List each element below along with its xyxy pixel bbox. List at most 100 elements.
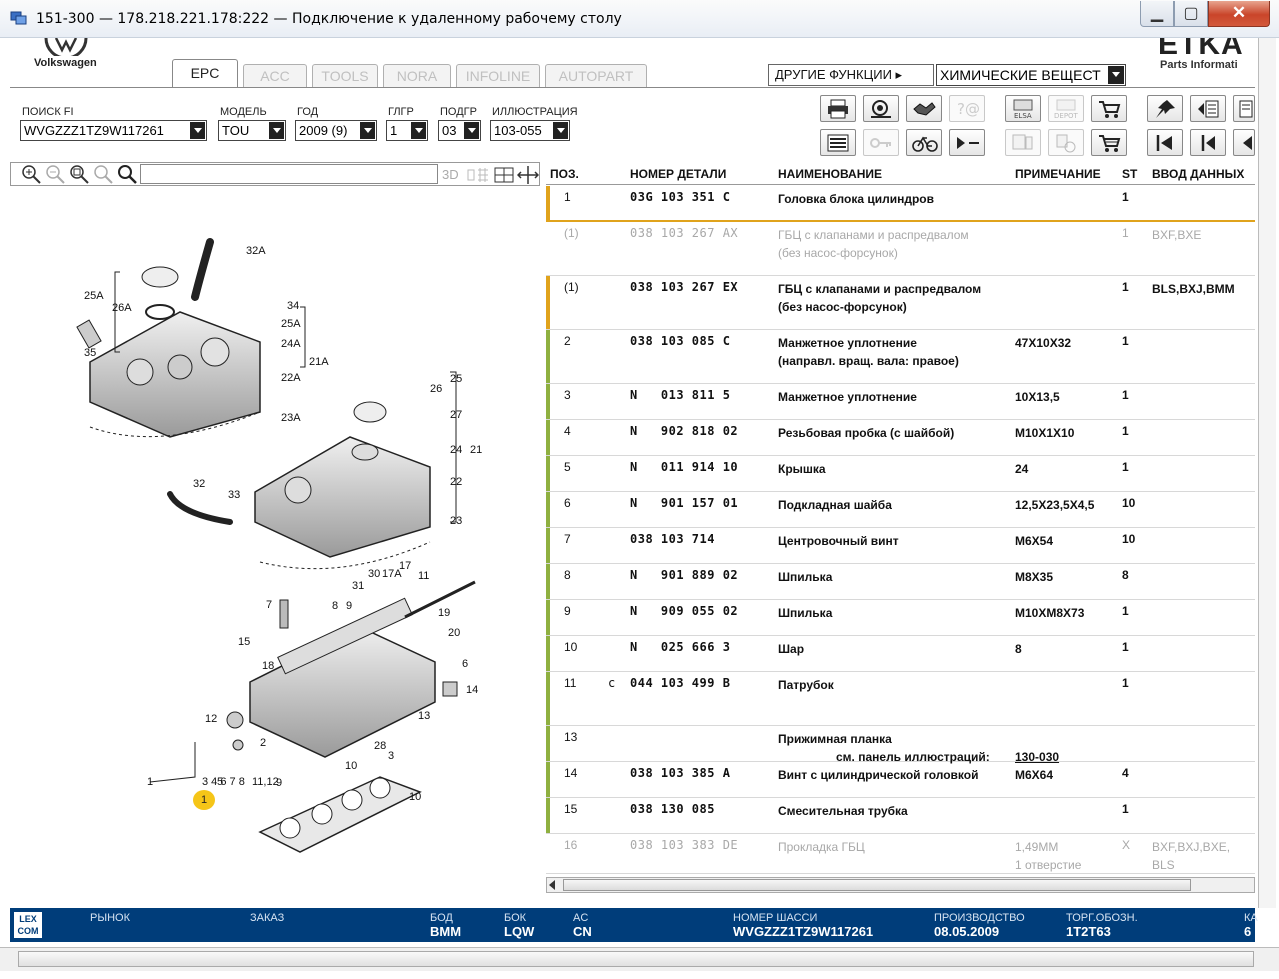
- callout-label[interactable]: 11,12: [252, 776, 279, 788]
- callout-label[interactable]: 3: [388, 750, 394, 762]
- callout-label[interactable]: 15: [238, 636, 250, 648]
- table-row[interactable]: 14 038 103 385 A Винт с цилиндрической гол…: [546, 762, 1255, 798]
- col-data-entry[interactable]: ВВОД ДАННЫХ: [1152, 167, 1244, 181]
- callout-label[interactable]: 31: [352, 580, 364, 592]
- callout-label[interactable]: 18: [262, 660, 274, 672]
- zoom-out-icon[interactable]: [44, 163, 66, 185]
- close-button[interactable]: ✕: [1208, 1, 1270, 27]
- tab-infoline[interactable]: INFOLINE: [456, 64, 540, 88]
- callout-label[interactable]: 32: [193, 478, 205, 490]
- tab-nora[interactable]: NORA: [383, 64, 451, 88]
- callout-label[interactable]: 26: [430, 383, 442, 395]
- table-row[interactable]: 13 Прижимная планка см. панель иллюстраций…: [546, 726, 1255, 764]
- main-group-select[interactable]: 1: [386, 120, 428, 141]
- other-functions-select[interactable]: ХИМИЧЕСКИЕ ВЕЩЕСТ: [936, 64, 1126, 86]
- callout-label[interactable]: 20: [448, 627, 460, 639]
- tab-autopart[interactable]: AUTOPART: [545, 64, 647, 88]
- zoom-in-icon[interactable]: [20, 163, 42, 185]
- callout-label[interactable]: 28: [374, 740, 386, 752]
- window-vertical-scrollbar[interactable]: [1258, 38, 1276, 908]
- callout-label[interactable]: 23: [450, 515, 462, 527]
- callout-label[interactable]: 7: [266, 599, 272, 611]
- first-page-button[interactable]: [1147, 129, 1183, 156]
- callout-label[interactable]: 23A: [281, 412, 301, 424]
- print-button[interactable]: [820, 95, 856, 122]
- bike-button[interactable]: [906, 129, 942, 156]
- callout-label[interactable]: 34: [287, 300, 299, 312]
- table-row[interactable]: 16 038 103 383 DE Прокладка ГБЦ 1,49MM 1 отв…: [546, 834, 1255, 874]
- callout-label[interactable]: 11: [418, 570, 429, 582]
- callout-label[interactable]: 32A: [246, 245, 266, 257]
- col-part-number[interactable]: НОМЕР ДЕТАЛИ: [630, 167, 726, 181]
- parts-list-button[interactable]: [820, 129, 856, 156]
- callout-label[interactable]: 22: [450, 476, 462, 488]
- back-button[interactable]: [1233, 129, 1255, 156]
- illustration-search-input[interactable]: [140, 164, 438, 184]
- key-button[interactable]: [863, 129, 899, 156]
- table-row[interactable]: 9 N 909 055 02 Шпилька M10XM8X73 1: [546, 600, 1255, 636]
- pin-button[interactable]: [1147, 95, 1183, 122]
- table-row[interactable]: 7 038 103 714 Центровочный винт M6X54 10: [546, 528, 1255, 564]
- col-name[interactable]: НАИМЕНОВАНИЕ: [778, 167, 882, 181]
- callout-label[interactable]: 24: [450, 444, 462, 456]
- callout-label[interactable]: 10: [345, 760, 357, 772]
- callout-label[interactable]: 17: [399, 560, 411, 572]
- callout-label[interactable]: 3 4 6 7 8: [202, 776, 245, 788]
- search-icon[interactable]: [116, 163, 138, 185]
- table-row[interactable]: 2 038 103 085 C Манжетное уплотнение (напра…: [546, 330, 1255, 384]
- table-row[interactable]: 15 038 130 085 Смесительная трубка 1: [546, 798, 1255, 834]
- table-row[interactable]: 10 N 025 666 3 Шар 8 1: [546, 636, 1255, 672]
- callout-label[interactable]: 6: [462, 658, 468, 670]
- callout-label[interactable]: 10: [409, 791, 421, 803]
- tab-epc[interactable]: EPC: [172, 59, 238, 88]
- part-search-button[interactable]: [863, 95, 899, 122]
- tab-tools[interactable]: TOOLS: [312, 64, 378, 88]
- callout-label[interactable]: 33: [228, 489, 240, 501]
- callout-label[interactable]: 9: [346, 600, 352, 612]
- search-fi-input[interactable]: WVGZZZ1TZ9W117261: [20, 120, 207, 141]
- maximize-button[interactable]: ▢: [1174, 1, 1208, 27]
- scroll-thumb[interactable]: [563, 879, 1191, 891]
- split-view-icon[interactable]: [517, 165, 539, 185]
- table-row[interactable]: 6 N 901 157 01 Подкладная шайба 12,5X23,5X4…: [546, 492, 1255, 528]
- table-row[interactable]: 1 03G 103 351 C Головка блока цилиндров 1: [546, 186, 1255, 222]
- callout-label[interactable]: 30: [368, 568, 380, 580]
- callout-label[interactable]: 26A: [112, 302, 132, 314]
- callout-label[interactable]: 25A: [281, 318, 301, 330]
- table-horizontal-scrollbar[interactable]: [546, 877, 1255, 893]
- handshake-button[interactable]: [906, 95, 942, 122]
- table-row[interactable]: 3 N 013 811 5 Манжетное уплотнение 10X13,5 1: [546, 384, 1255, 420]
- callout-label[interactable]: 21: [470, 444, 482, 456]
- table-row[interactable]: 4 N 902 818 02 Резьбовая пробка (с шайбой)…: [546, 420, 1255, 456]
- grid-add-icon[interactable]: [466, 165, 490, 185]
- callout-label[interactable]: 1: [147, 776, 153, 788]
- table-row[interactable]: 11 c 044 103 499 B Патрубок 1: [546, 672, 1255, 726]
- basket-button[interactable]: [1091, 95, 1127, 122]
- minimize-button[interactable]: ▁: [1140, 1, 1174, 27]
- layout-icon[interactable]: [493, 165, 515, 185]
- table-row[interactable]: 8 N 901 889 02 Шпилька M8X35 8: [546, 564, 1255, 600]
- table-row[interactable]: (1) 038 103 267 AX ГБЦ с клапанами и распр…: [546, 222, 1255, 276]
- sub-group-select[interactable]: 03: [438, 120, 481, 141]
- selected-callout[interactable]: 1: [193, 790, 215, 810]
- col-st[interactable]: ST: [1122, 167, 1137, 181]
- callout-label[interactable]: 5: [217, 776, 223, 788]
- callout-label[interactable]: 12: [205, 713, 217, 725]
- book-button[interactable]: [1190, 95, 1226, 122]
- other-functions-button[interactable]: ДРУГИЕ ФУНКЦИИ ▸: [768, 64, 934, 86]
- callout-label[interactable]: 21A: [309, 356, 329, 368]
- callout-label[interactable]: 35: [84, 347, 96, 359]
- callout-label[interactable]: 13: [418, 710, 430, 722]
- 3d-view-button[interactable]: 3D: [442, 165, 462, 185]
- model-select[interactable]: TOU: [218, 120, 286, 141]
- callout-label[interactable]: 19: [438, 607, 450, 619]
- depot-button[interactable]: DEPOT: [1048, 95, 1084, 122]
- callout-label[interactable]: 2: [260, 737, 266, 749]
- zoom-fit-icon[interactable]: [68, 163, 90, 185]
- page-button[interactable]: [1233, 95, 1255, 122]
- previous-page-button[interactable]: [1190, 129, 1226, 156]
- table-row[interactable]: 5 N 011 914 10 Крышка 24 1: [546, 456, 1255, 492]
- callout-label[interactable]: 8: [332, 600, 338, 612]
- scroll-left-icon[interactable]: [549, 880, 555, 890]
- zoom-100-icon[interactable]: [92, 163, 114, 185]
